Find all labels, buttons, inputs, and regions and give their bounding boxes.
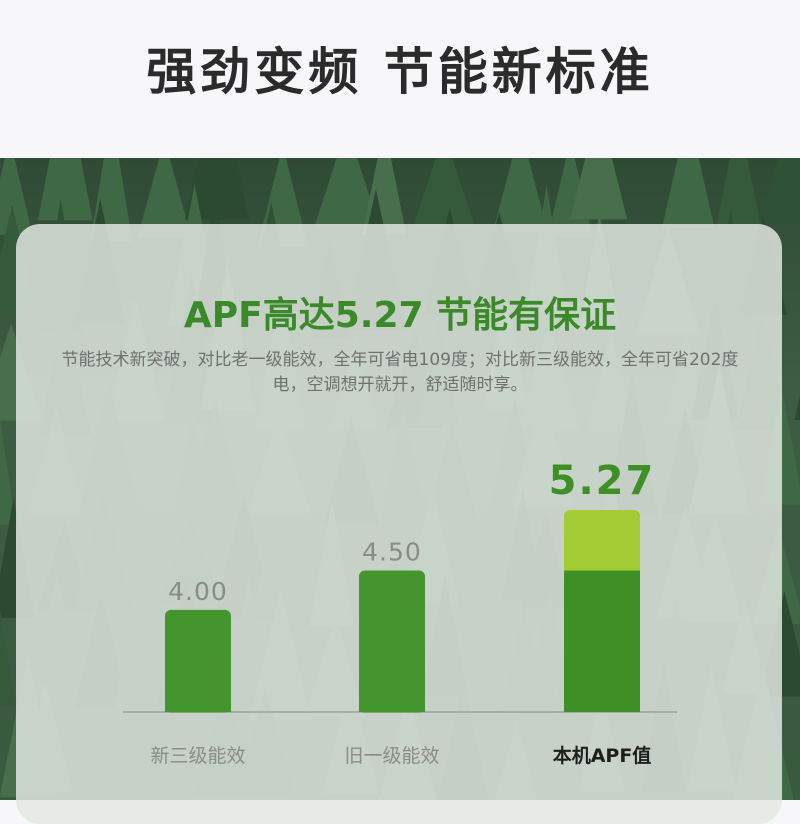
apf-bar-chart: 4.00 新三级能效 4.50 旧一级能效 5.27 本机APF值 <box>123 458 677 767</box>
bar-value-label: 4.50 <box>362 538 422 567</box>
bar-foot <box>165 704 231 712</box>
bar <box>359 570 425 713</box>
bar-highlight-top <box>564 510 640 577</box>
category-label: 新三级能效 <box>150 745 245 767</box>
bar <box>165 609 231 713</box>
category-label: 旧一级能效 <box>344 745 439 767</box>
bar-foot <box>359 704 425 712</box>
category-label: 本机APF值 <box>553 744 652 767</box>
bar-highlight-base <box>564 570 640 712</box>
bar-value-label: 5.27 <box>549 458 656 504</box>
bar-value-label: 4.00 <box>168 577 228 606</box>
